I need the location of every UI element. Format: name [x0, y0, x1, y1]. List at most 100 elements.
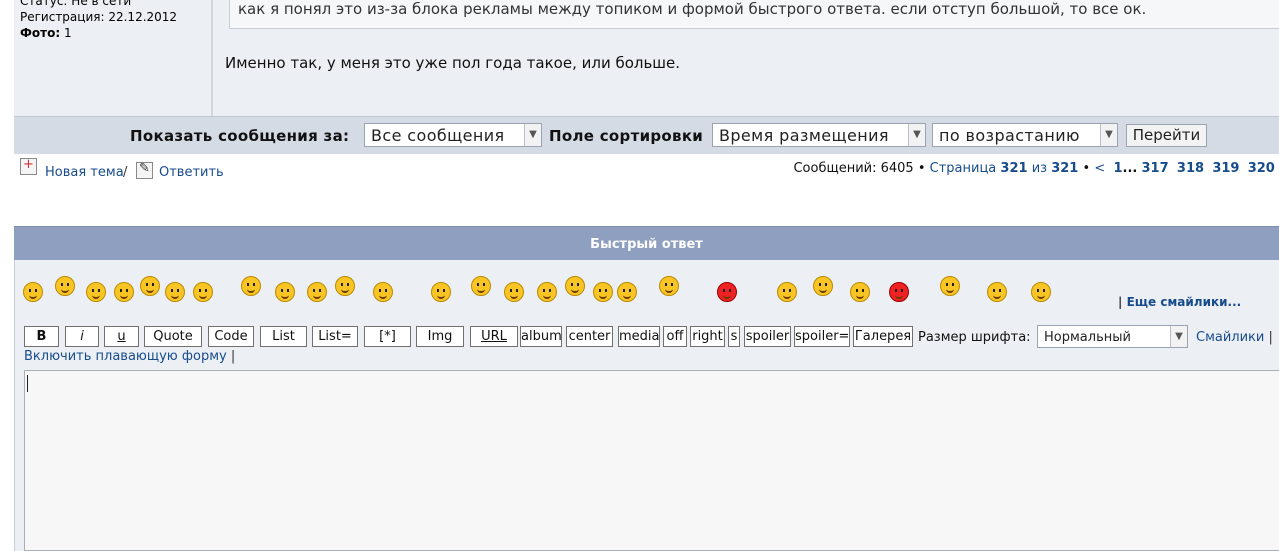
page-word: Страница	[929, 161, 997, 176]
rofl-smiley-icon[interactable]	[1031, 282, 1051, 302]
code-button[interactable]: Code	[208, 326, 254, 347]
glasses-smiley-icon[interactable]	[193, 282, 213, 302]
pipe-separator: |	[1268, 330, 1273, 345]
frown-smiley-icon[interactable]	[86, 282, 106, 302]
show-messages-value: Все сообщения	[371, 126, 505, 145]
sort-bar: Показать сообщения за: Все сообщения ▼ П…	[14, 116, 1279, 154]
eek-smiley-icon[interactable]	[537, 282, 557, 302]
dance-smiley-icon[interactable]	[593, 282, 613, 302]
media-button[interactable]: media	[618, 326, 660, 347]
spoiler-titled-button[interactable]: spoiler=	[794, 326, 850, 347]
go-button[interactable]: Перейти	[1126, 124, 1207, 147]
laugh-smiley-icon[interactable]	[659, 276, 679, 296]
bold-button[interactable]: B	[24, 326, 59, 347]
message-count: Сообщений: 6405 •	[793, 161, 926, 176]
quick-reply-panel: | Еще смайлики... B i u Quote Code List …	[14, 260, 1279, 551]
grin-smiley-icon[interactable]	[23, 282, 43, 302]
confused-smiley-icon[interactable]	[335, 276, 355, 296]
gallery-button[interactable]: Галерея	[853, 326, 913, 347]
page-link-320[interactable]: 320	[1248, 161, 1275, 176]
sort-order-select[interactable]: по возрастанию ▼	[932, 123, 1118, 147]
quick-reply-header: Быстрый ответ	[14, 226, 1279, 261]
photo-line: Фото: 1	[20, 26, 72, 40]
current-page: 321	[1000, 161, 1028, 176]
devil-smiley-icon[interactable]	[889, 282, 909, 302]
message-textarea[interactable]	[24, 370, 1279, 551]
chevron-down-icon: ▼	[1170, 326, 1187, 347]
pipe-separator: |	[230, 349, 236, 364]
status-line: Статус: Не в сети	[20, 0, 132, 8]
italic-button[interactable]: i	[65, 326, 99, 347]
pager-bullet: •	[1082, 161, 1091, 176]
quote-block: как я понял это из-за блока рекламы межд…	[229, 0, 1279, 29]
page-link-317[interactable]: 317	[1142, 161, 1169, 176]
wink-smiley-icon[interactable]	[275, 282, 295, 302]
smileys-link-group: Смайлики |	[1196, 330, 1273, 345]
smile-smiley-icon[interactable]	[55, 276, 75, 296]
neutral-smiley-icon[interactable]	[307, 282, 327, 302]
new-topic-icon[interactable]: +	[20, 157, 37, 175]
pagination: Сообщений: 6405 • Страница 321 из 321 • …	[793, 161, 1279, 176]
party-smiley-icon[interactable]	[617, 282, 637, 302]
sort-field-select[interactable]: Время размещения ▼	[712, 123, 926, 147]
list-ordered-button[interactable]: List=	[312, 326, 358, 347]
post-text: Именно так, у меня это уже пол года тако…	[225, 54, 681, 72]
quote-text: как я понял это из-за блока рекламы межд…	[238, 0, 1147, 18]
reply-link[interactable]: Ответить	[159, 165, 224, 180]
yellow-circle-icon[interactable]	[114, 282, 134, 302]
list-button[interactable]: List	[260, 326, 307, 347]
img-button[interactable]: Img	[416, 326, 464, 347]
post-body: как я понял это из-за блока рекламы межд…	[214, 0, 1279, 116]
more-smileys-separator: |	[1118, 295, 1123, 309]
shy-smiley-icon[interactable]	[504, 282, 524, 302]
list-item-button[interactable]: [*]	[364, 326, 411, 347]
hypno-smiley-icon[interactable]	[813, 276, 833, 296]
off-button[interactable]: off	[663, 326, 687, 347]
spoiler-button[interactable]: spoiler	[744, 326, 791, 347]
hug-smiley-icon[interactable]	[471, 276, 491, 296]
font-size-label: Размер шрифта:	[918, 330, 1031, 345]
action-separator: /	[123, 165, 128, 180]
tongue-smiley-icon[interactable]	[165, 282, 185, 302]
page-link-319[interactable]: 319	[1212, 161, 1239, 176]
pager-ellipsis: ...	[1122, 161, 1138, 176]
floating-form-group: Включить плавающую форму |	[24, 349, 235, 364]
new-topic-link[interactable]: Новая тема	[45, 165, 124, 180]
think-smiley-icon[interactable]	[850, 282, 870, 302]
chevron-down-icon: ▼	[908, 124, 925, 146]
total-pages: 321	[1051, 161, 1079, 176]
text-caret	[27, 375, 28, 392]
show-messages-label: Показать сообщения за:	[130, 127, 350, 145]
chevron-down-icon: ▼	[1100, 124, 1117, 146]
quote-button[interactable]: Quote	[144, 326, 202, 347]
page-link-first[interactable]: 1	[1113, 161, 1122, 176]
evil-smiley-icon[interactable]	[777, 282, 797, 302]
strike-button[interactable]: s	[728, 326, 740, 347]
more-smileys-label: Еще смайлики...	[1126, 295, 1242, 309]
registration-line: Регистрация: 22.12.2012	[20, 10, 178, 24]
album-button[interactable]: album	[520, 326, 562, 347]
center-button[interactable]: center	[566, 326, 613, 347]
prev-page-link[interactable]: <	[1094, 161, 1105, 176]
blush-smiley-icon[interactable]	[241, 276, 261, 296]
down-smiley-icon[interactable]	[431, 282, 451, 302]
show-messages-select[interactable]: Все сообщения ▼	[364, 123, 542, 147]
sad-smiley-icon[interactable]	[140, 276, 160, 296]
page-link-318[interactable]: 318	[1177, 161, 1204, 176]
chevron-down-icon: ▼	[524, 124, 541, 146]
wave-smiley-icon[interactable]	[940, 276, 960, 296]
quick-reply-title: Быстрый ответ	[590, 237, 703, 252]
smoke-smiley-icon[interactable]	[373, 282, 393, 302]
url-button[interactable]: URL	[470, 326, 518, 347]
font-size-select[interactable]: Нормальный ▼	[1037, 325, 1188, 348]
underline-button[interactable]: u	[104, 326, 139, 347]
right-button[interactable]: right	[690, 326, 725, 347]
more-smileys-link[interactable]: | Еще смайлики...	[1118, 295, 1241, 309]
angry-smiley-icon[interactable]	[717, 282, 737, 302]
cool-smiley-icon[interactable]	[565, 276, 585, 296]
reply-icon[interactable]: ✎	[136, 161, 153, 179]
smileys-link[interactable]: Смайлики	[1196, 330, 1264, 345]
sort-field-label: Поле сортировки	[549, 127, 704, 145]
thumbs-smiley-icon[interactable]	[987, 282, 1007, 302]
floating-form-link[interactable]: Включить плавающую форму	[24, 349, 227, 364]
